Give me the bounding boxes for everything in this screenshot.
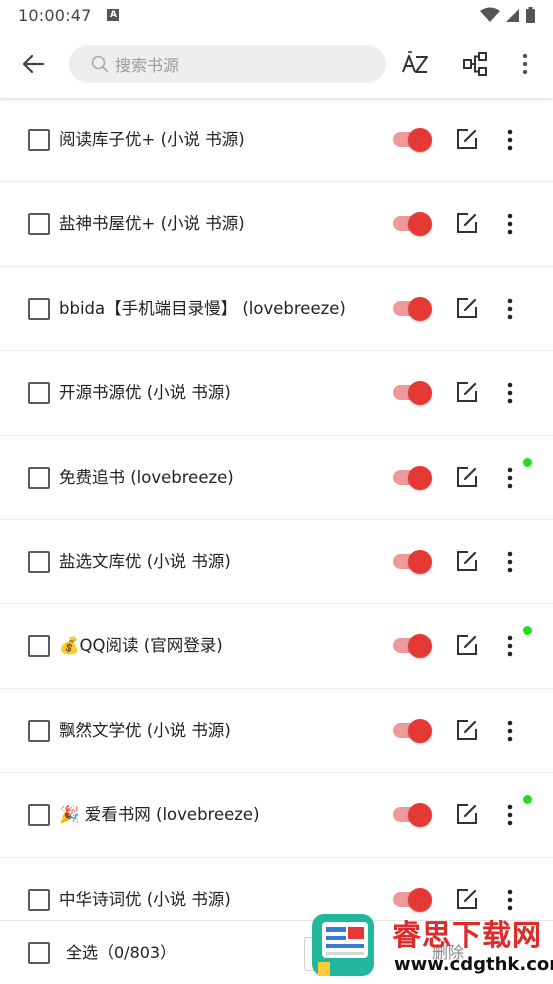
search-input[interactable]: 搜索书源 <box>69 45 386 83</box>
edit-icon[interactable] <box>455 211 479 235</box>
sort-button[interactable] <box>400 49 430 79</box>
row-more-button[interactable] <box>500 465 520 491</box>
status-icons <box>480 7 535 23</box>
update-dot <box>523 795 532 805</box>
row-more-button[interactable] <box>500 380 520 406</box>
more-vertical-icon <box>507 720 513 742</box>
more-vertical-icon <box>507 804 513 826</box>
source-row[interactable]: 💰QQ阅读 (官网登录) <box>0 604 553 689</box>
source-name: 盐选文库优 (小说 书源) <box>59 551 231 571</box>
enable-switch[interactable] <box>393 803 432 828</box>
source-name: 盐神书屋优+ (小说 书源) <box>59 214 245 234</box>
source-name: 阅读库子优+ (小说 书源) <box>59 130 245 149</box>
edit-icon[interactable] <box>455 633 479 657</box>
battery-icon <box>526 7 535 23</box>
source-row[interactable]: 🎉 爱看书网 (lovebreeze) <box>0 773 553 858</box>
enable-switch[interactable] <box>393 296 432 321</box>
signal-icon <box>506 9 519 22</box>
row-more-button[interactable] <box>500 633 520 659</box>
arrow-left-icon <box>22 54 44 74</box>
select-all-label[interactable]: 全选（0/803） <box>66 921 176 984</box>
source-row[interactable]: 免费追书 (lovebreeze) <box>0 436 553 520</box>
more-vertical-icon <box>507 551 513 573</box>
source-row[interactable]: bbida【手机端目录慢】 (lovebreeze) <box>0 267 553 352</box>
source-name: 开源书源优 (小说 书源) <box>59 383 231 403</box>
status-bar: 10:00:47 A <box>0 0 553 30</box>
enable-switch[interactable] <box>393 549 432 574</box>
more-vertical-icon <box>507 214 513 235</box>
edit-icon[interactable] <box>455 127 479 151</box>
more-vertical-icon <box>507 636 513 657</box>
search-icon <box>91 55 109 73</box>
more-vertical-icon <box>522 53 528 75</box>
sort-az-icon <box>402 51 428 73</box>
watermark-logo-icon <box>312 914 374 976</box>
wifi-icon <box>480 7 500 22</box>
row-checkbox[interactable] <box>28 466 50 489</box>
enable-switch[interactable] <box>393 381 432 406</box>
source-name: 💰QQ阅读 (官网登录) <box>59 636 223 656</box>
more-vertical-icon <box>507 298 513 320</box>
source-name: 🎉 爱看书网 (lovebreeze) <box>59 805 260 825</box>
edit-icon[interactable] <box>455 465 479 489</box>
source-row[interactable]: 盐选文库优 (小说 书源) <box>0 520 553 605</box>
watermark-title: 睿思下载网 <box>392 918 543 952</box>
enable-switch[interactable] <box>393 465 432 490</box>
watermark-url: www.cdgthk.com <box>394 954 553 975</box>
source-name: 免费追书 (lovebreeze) <box>59 467 234 487</box>
edit-icon[interactable] <box>455 718 479 742</box>
row-checkbox[interactable] <box>28 382 50 405</box>
row-checkbox[interactable] <box>28 804 50 827</box>
update-dot <box>523 626 532 636</box>
enable-switch[interactable] <box>393 212 432 237</box>
row-checkbox[interactable] <box>28 550 50 573</box>
enable-switch[interactable] <box>393 128 432 152</box>
row-checkbox[interactable] <box>28 297 50 320</box>
search-placeholder: 搜索书源 <box>115 56 180 75</box>
source-name: 飘然文学优 (小说 书源) <box>59 720 231 740</box>
row-more-button[interactable] <box>500 296 520 322</box>
enable-switch[interactable] <box>393 634 432 659</box>
edit-icon[interactable] <box>455 296 479 320</box>
row-checkbox[interactable] <box>28 213 50 236</box>
edit-icon[interactable] <box>455 802 479 826</box>
source-row[interactable]: 开源书源优 (小说 书源) <box>0 351 553 436</box>
group-button[interactable] <box>460 49 490 79</box>
more-vertical-icon <box>507 382 513 404</box>
toolbar: 搜索书源 <box>0 30 553 98</box>
row-checkbox[interactable] <box>28 719 50 742</box>
enable-switch[interactable] <box>393 887 432 912</box>
more-menu-button[interactable] <box>510 49 540 79</box>
source-row[interactable]: 盐神书屋优+ (小说 书源) <box>0 182 553 267</box>
row-more-button[interactable] <box>500 549 520 575</box>
watermark: 睿思下载网 www.cdgthk.com <box>306 908 553 984</box>
source-row[interactable]: 阅读库子优+ (小说 书源) <box>0 98 553 183</box>
row-more-button[interactable] <box>500 211 520 237</box>
group-tree-icon <box>463 52 487 76</box>
notification-icon: A <box>107 9 120 21</box>
edit-icon[interactable] <box>455 380 479 404</box>
more-vertical-icon <box>507 467 513 488</box>
enable-switch[interactable] <box>393 718 432 743</box>
row-more-button[interactable] <box>500 127 520 153</box>
edit-icon[interactable] <box>455 887 479 911</box>
row-checkbox[interactable] <box>28 888 50 911</box>
row-checkbox[interactable] <box>28 635 50 658</box>
source-name: bbida【手机端目录慢】 (lovebreeze) <box>59 298 346 318</box>
more-vertical-icon <box>507 129 513 151</box>
row-checkbox[interactable] <box>28 129 50 151</box>
select-all-checkbox[interactable] <box>28 942 50 964</box>
source-row[interactable]: 飘然文学优 (小说 书源) <box>0 689 553 774</box>
edit-icon[interactable] <box>455 549 479 573</box>
status-time: 10:00:47 <box>18 5 92 25</box>
row-more-button[interactable] <box>500 718 520 744</box>
row-more-button[interactable] <box>500 802 520 828</box>
source-list: 阅读库子优+ (小说 书源) 盐神书屋优+ (小说 书源) bbida【手机端目… <box>0 98 553 942</box>
back-button[interactable] <box>18 50 48 78</box>
update-dot <box>523 457 532 467</box>
